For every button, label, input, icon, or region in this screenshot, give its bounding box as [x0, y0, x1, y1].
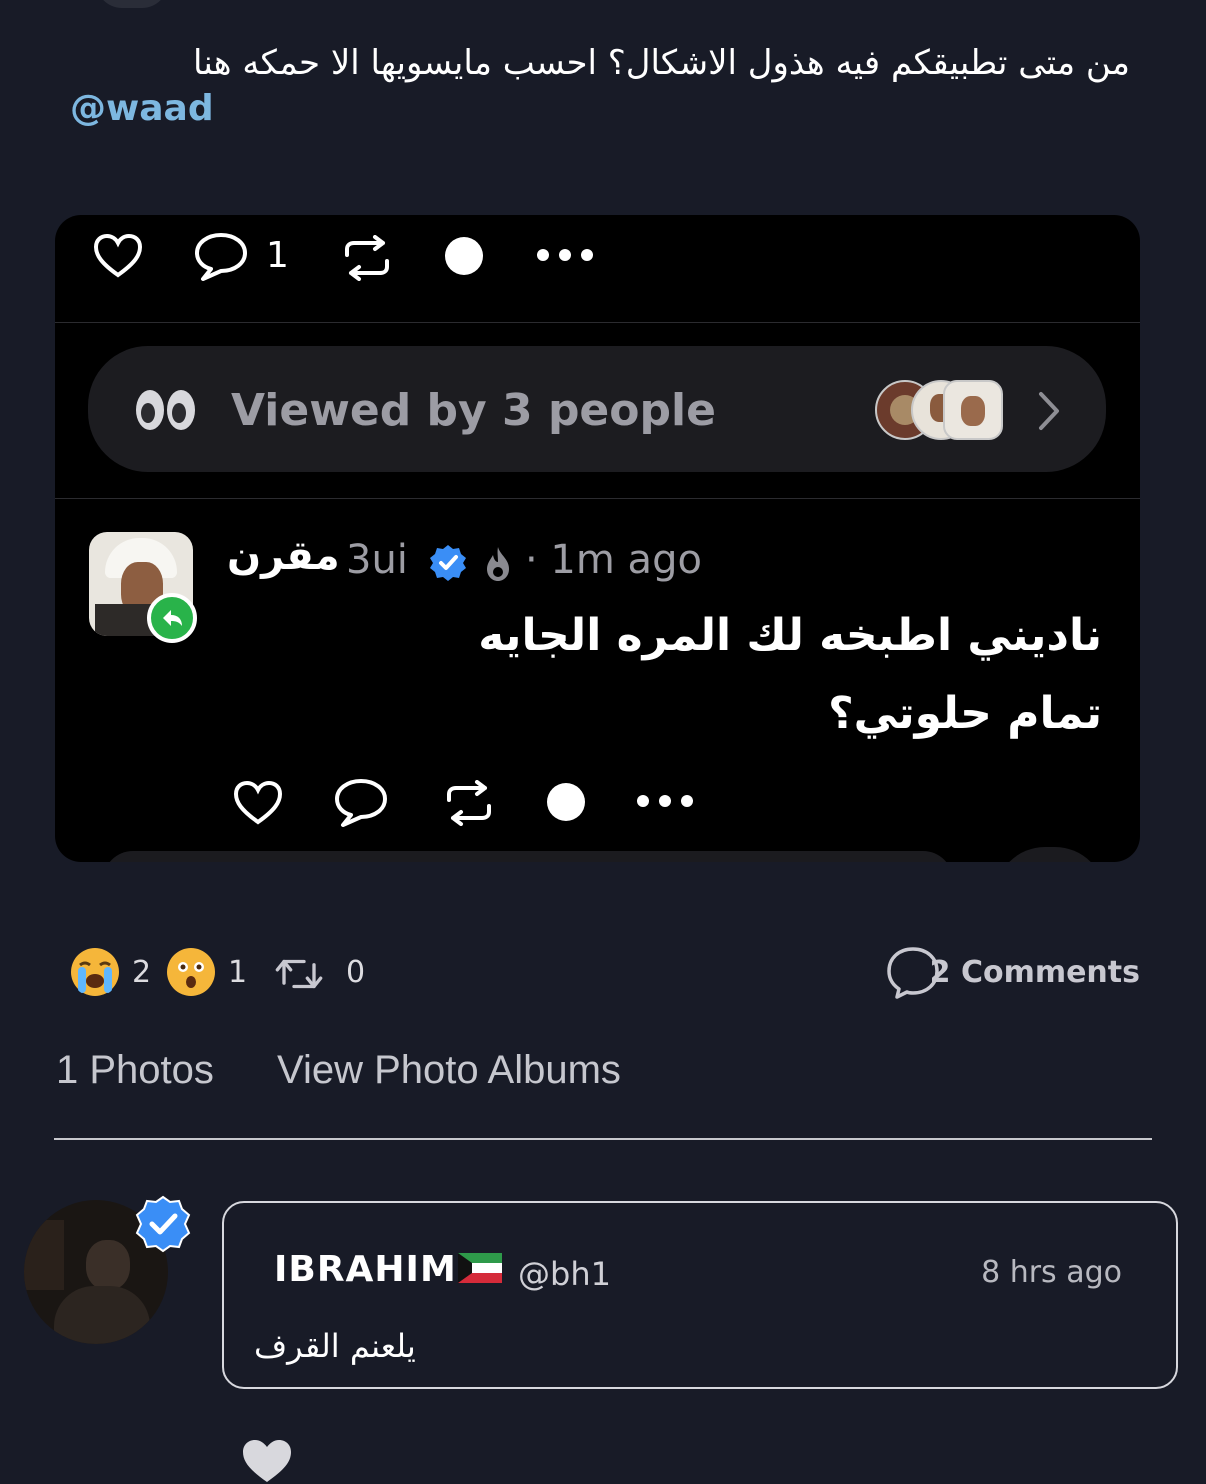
- repost-count: 0: [346, 955, 366, 990]
- reply-time: · 1m ago: [525, 537, 702, 583]
- viewer-avatar: [943, 380, 1003, 440]
- commenter-name: IBRAHIM: [274, 1249, 457, 1290]
- comment-bubble-icon: [195, 233, 247, 281]
- flame-icon: [487, 547, 509, 581]
- reply-username: مقرن: [227, 533, 340, 579]
- comment-time: 8 hrs ago: [981, 1255, 1122, 1290]
- repost-icon[interactable]: [274, 949, 324, 999]
- like-heart-icon: [233, 780, 283, 825]
- reply-text-line: ناديني اطبخه لك المره الجايه: [478, 610, 1102, 661]
- comments-count-label[interactable]: 2 Comments: [930, 955, 1140, 990]
- more-icon: [637, 795, 693, 807]
- astonished-emoji-icon[interactable]: [166, 947, 216, 997]
- previous-avatar: [96, 0, 168, 8]
- photos-count[interactable]: 1 Photos: [56, 1048, 214, 1093]
- reply-handle: 3ui: [346, 537, 408, 583]
- view-photo-albums-link[interactable]: View Photo Albums: [277, 1048, 621, 1093]
- post-text: من متى تطبيقكم فيه هذول الاشكال؟ احسب ما…: [193, 43, 1130, 83]
- more-icon: [537, 249, 593, 261]
- chevron-right-icon[interactable]: [1035, 390, 1063, 432]
- reply-text: ناديني اطبخه لك المره الجايه تمام حلوتي؟: [282, 597, 1102, 753]
- embedded-screenshot[interactable]: 1 Viewed by 3 people مقرن 3ui · 1m ago ن…: [55, 215, 1140, 862]
- comment-card[interactable]: IBRAHIM @bh1 8 hrs ago يلعنم القرف: [222, 1201, 1178, 1389]
- reply-text-line: تمام حلوتي؟: [828, 688, 1102, 739]
- dot-icon: [445, 237, 483, 275]
- eyes-icon: [136, 390, 195, 430]
- commenter-handle[interactable]: @bh1: [518, 1255, 611, 1293]
- kuwait-flag-icon: [458, 1253, 502, 1283]
- divider: [54, 1138, 1152, 1140]
- viewed-by-label: Viewed by 3 people: [231, 385, 716, 436]
- crying-count: 2: [132, 955, 152, 990]
- dot-icon: [547, 783, 585, 821]
- divider: [55, 322, 1140, 323]
- verified-badge-icon: [430, 545, 466, 581]
- repost-icon: [447, 780, 491, 826]
- reply-input-peek: [103, 851, 953, 862]
- divider: [55, 498, 1140, 499]
- comment-bubble-icon: [335, 779, 387, 827]
- astonished-count: 1: [228, 955, 248, 990]
- like-heart-icon: [93, 233, 143, 278]
- comment-text: يلعنم القرف: [254, 1327, 416, 1365]
- repost-icon: [345, 235, 389, 281]
- reactions-bar: 2 1 0 2 Comments: [70, 945, 1140, 999]
- send-button-peek: [995, 847, 1105, 862]
- crying-emoji-icon[interactable]: [70, 947, 120, 997]
- mention-link[interactable]: @waad: [70, 88, 214, 129]
- reply-arrow-icon: [147, 593, 197, 643]
- verified-badge-icon: [135, 1195, 191, 1253]
- comment-count: 1: [266, 235, 289, 276]
- like-heart-icon[interactable]: [240, 1438, 294, 1484]
